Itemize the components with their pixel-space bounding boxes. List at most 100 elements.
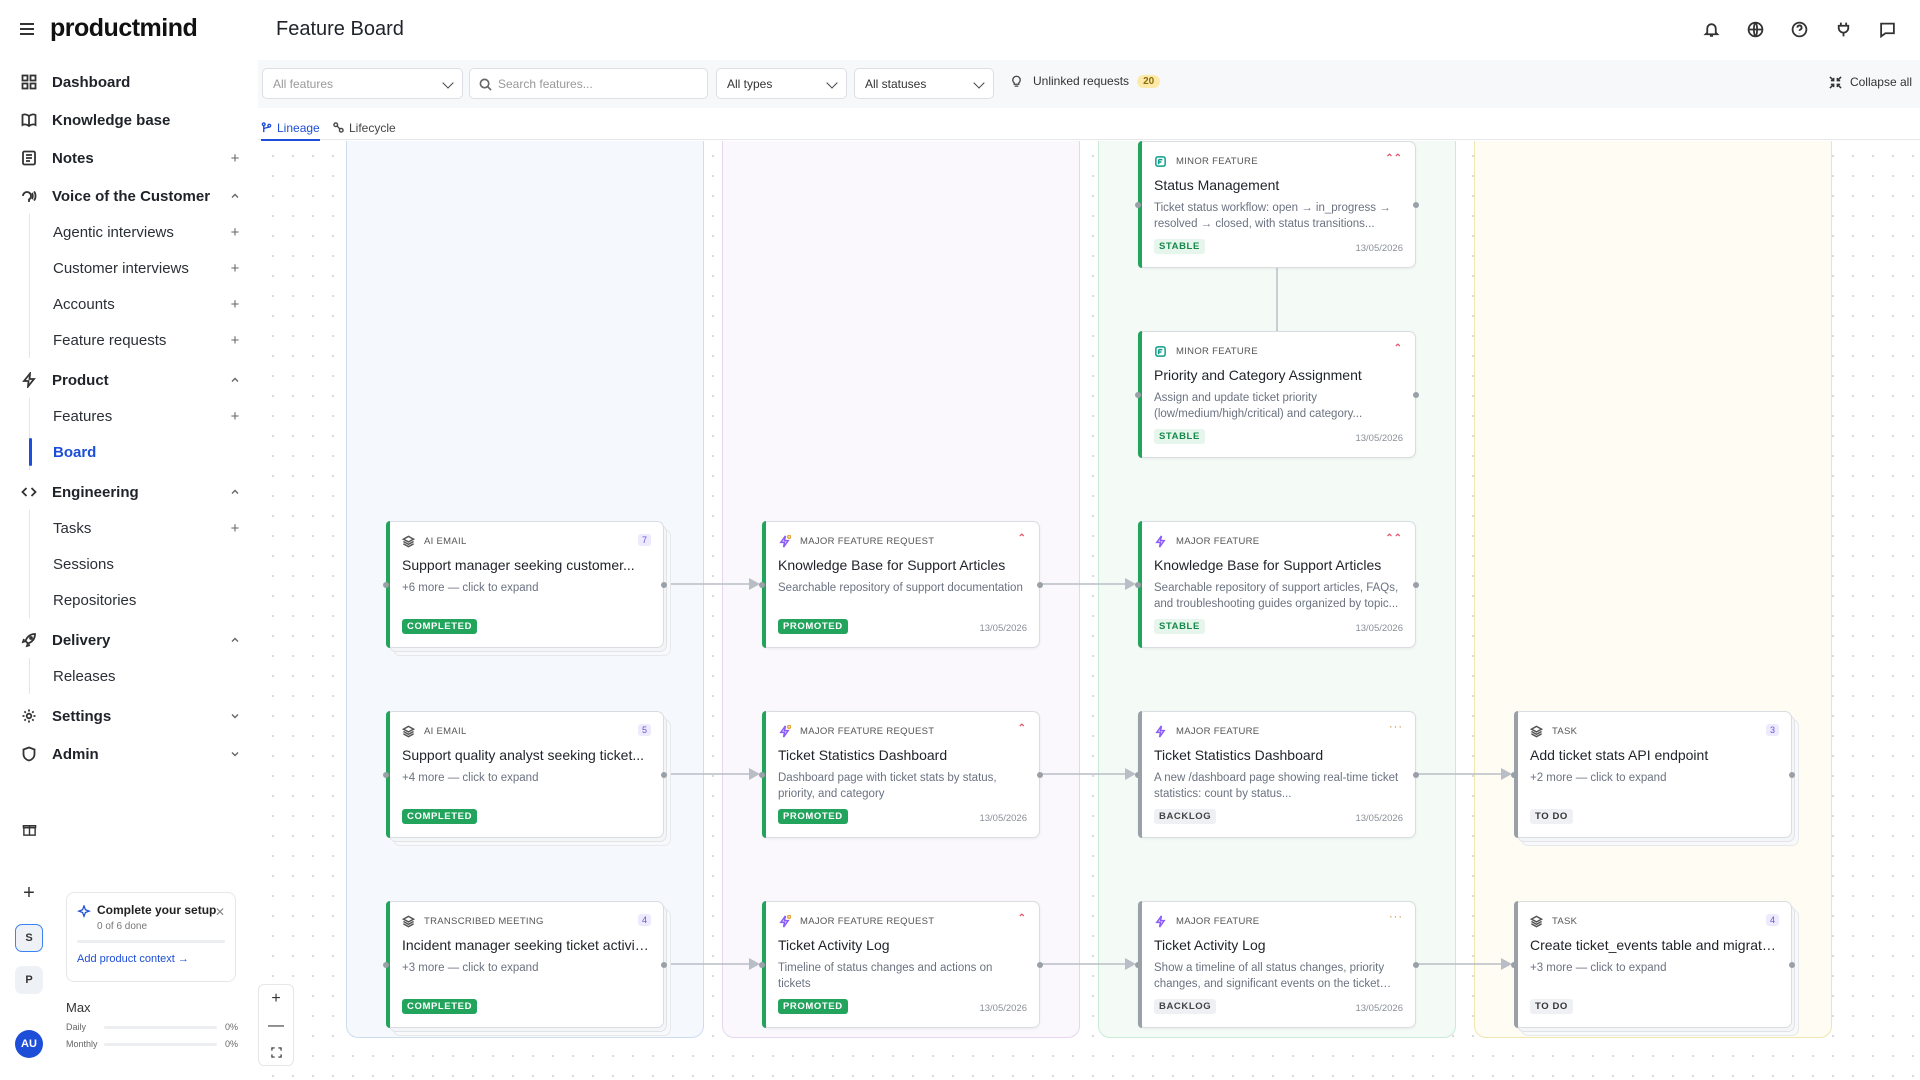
- connector-handle[interactable]: [1135, 202, 1141, 208]
- board-card[interactable]: MAJOR FEATURE REQUEST ⌃ Knowledge Base for…: [759, 521, 1043, 648]
- gift-icon[interactable]: [18, 818, 40, 840]
- add-account-button[interactable]: +: [226, 295, 244, 313]
- connector-handle[interactable]: [1037, 582, 1043, 588]
- board-card[interactable]: MAJOR FEATURE REQUEST ⌃ Ticket Activity Lo…: [759, 901, 1043, 1028]
- sidebar-item-releases[interactable]: Releases: [30, 658, 258, 694]
- features-filter[interactable]: All features: [262, 68, 463, 99]
- sidebar-item-feature-requests[interactable]: Feature requests +: [30, 322, 258, 358]
- connector-handle[interactable]: [759, 962, 765, 968]
- add-feature-request-button[interactable]: +: [226, 331, 244, 349]
- sidebar-item-features[interactable]: Features +: [30, 398, 258, 434]
- sidebar-item-notes[interactable]: Notes +: [0, 140, 258, 176]
- sidebar-item-admin[interactable]: Admin: [0, 736, 258, 772]
- connector-handle[interactable]: [1413, 582, 1419, 588]
- zoom-in-button[interactable]: +: [259, 985, 293, 1012]
- help-icon[interactable]: [1788, 18, 1810, 40]
- sidebar-item-product[interactable]: Product: [0, 362, 258, 398]
- card-more-icon[interactable]: ···: [1389, 721, 1403, 733]
- sidebar-item-voice-of-the-customer[interactable]: Voice of the Customer: [0, 178, 258, 214]
- board-canvas[interactable]: MINOR FEATURE ⌃⌃ Status Management Ticket s…: [258, 141, 1920, 1080]
- board-card[interactable]: MAJOR FEATURE REQUEST ⌃ Ticket Statistics …: [759, 711, 1043, 838]
- connector-handle[interactable]: [383, 772, 389, 778]
- connector-handle[interactable]: [1135, 962, 1141, 968]
- connector-handle[interactable]: [661, 772, 667, 778]
- connector-handle[interactable]: [1037, 962, 1043, 968]
- plug-icon[interactable]: [1832, 18, 1854, 40]
- close-icon[interactable]: ✕: [215, 905, 225, 919]
- chevron-up-icon[interactable]: [226, 483, 244, 501]
- sidebar-item-board[interactable]: Board: [29, 434, 258, 470]
- connector-handle[interactable]: [759, 772, 765, 778]
- type-filter[interactable]: All types: [716, 68, 847, 99]
- add-customer-interview-button[interactable]: +: [226, 259, 244, 277]
- board-card[interactable]: TASK 3 Add ticket stats API endpoint +2 mor…: [1511, 711, 1795, 838]
- board-card[interactable]: MINOR FEATURE ⌃ Priority and Category Assi…: [1135, 331, 1419, 458]
- connector-handle[interactable]: [1413, 772, 1419, 778]
- chevron-down-icon[interactable]: [226, 707, 244, 725]
- chevron-down-icon[interactable]: [226, 745, 244, 763]
- sidebar-item-dashboard[interactable]: Dashboard: [0, 64, 258, 100]
- connector-handle[interactable]: [1135, 392, 1141, 398]
- connector-handle[interactable]: [1789, 772, 1795, 778]
- chat-icon[interactable]: [1876, 18, 1898, 40]
- connector-handle[interactable]: [1135, 772, 1141, 778]
- connector-handle[interactable]: [661, 962, 667, 968]
- chevron-up-icon[interactable]: [226, 371, 244, 389]
- workspace-avatar-p[interactable]: P: [15, 966, 43, 994]
- card-more-icon[interactable]: ···: [1389, 911, 1403, 923]
- user-avatar[interactable]: AU: [15, 1030, 43, 1058]
- sidebar-item-tasks[interactable]: Tasks +: [30, 510, 258, 546]
- connector-handle[interactable]: [1037, 772, 1043, 778]
- connector-handle[interactable]: [1511, 772, 1517, 778]
- board-card[interactable]: MAJOR FEATURE ··· Ticket Statistics Dashbo…: [1135, 711, 1419, 838]
- sidebar-item-settings[interactable]: Settings: [0, 698, 258, 734]
- search-input[interactable]: Search features...: [469, 68, 708, 99]
- menu-icon[interactable]: [18, 20, 38, 38]
- workspace-avatar-s[interactable]: S: [15, 924, 43, 952]
- sidebar-item-repositories[interactable]: Repositories: [30, 582, 258, 618]
- add-product-context-link[interactable]: Add product context →: [77, 953, 225, 965]
- connector-handle[interactable]: [1413, 962, 1419, 968]
- sidebar-item-customer-interviews[interactable]: Customer interviews +: [30, 250, 258, 286]
- status-filter[interactable]: All statuses: [854, 68, 994, 99]
- board-card[interactable]: MINOR FEATURE ⌃⌃ Status Management Ticket s…: [1135, 141, 1419, 268]
- tab-lineage[interactable]: Lineage: [261, 115, 320, 141]
- sidebar-item-engineering[interactable]: Engineering: [0, 474, 258, 510]
- zoom-out-button[interactable]: —: [259, 1012, 293, 1039]
- connector-handle[interactable]: [661, 582, 667, 588]
- connector-handle[interactable]: [1789, 962, 1795, 968]
- connector-handle[interactable]: [1413, 392, 1419, 398]
- zoom-controls: + —: [258, 984, 294, 1066]
- chevron-up-icon[interactable]: [226, 631, 244, 649]
- add-agentic-interview-button[interactable]: +: [226, 223, 244, 241]
- connector-handle[interactable]: [383, 582, 389, 588]
- collapse-all-button[interactable]: Collapse all: [1829, 75, 1912, 89]
- add-workspace-button[interactable]: +: [18, 882, 40, 904]
- board-card[interactable]: MAJOR FEATURE ··· Ticket Activity Log Show …: [1135, 901, 1419, 1028]
- board-card[interactable]: AI EMAIL 7 Support manager seeking custome…: [383, 521, 667, 648]
- bell-icon[interactable]: [1700, 18, 1722, 40]
- connector-handle[interactable]: [383, 962, 389, 968]
- fit-view-button[interactable]: [259, 1039, 293, 1066]
- tab-lifecycle[interactable]: Lifecycle: [333, 115, 396, 140]
- board-card[interactable]: MAJOR FEATURE ⌃⌃ Knowledge Base for Suppor…: [1135, 521, 1419, 648]
- unlinked-requests-button[interactable]: Unlinked requests 20: [1010, 74, 1161, 88]
- connector-handle[interactable]: [1511, 962, 1517, 968]
- connector-handle[interactable]: [759, 582, 765, 588]
- connector-handle[interactable]: [1413, 202, 1419, 208]
- sidebar-item-sessions[interactable]: Sessions: [30, 546, 258, 582]
- sidebar-item-agentic-interviews[interactable]: Agentic interviews +: [30, 214, 258, 250]
- add-task-button[interactable]: +: [226, 519, 244, 537]
- add-feature-button[interactable]: +: [226, 407, 244, 425]
- app-logo[interactable]: productmind: [50, 14, 198, 43]
- board-card[interactable]: TASK 4 Create ticket_events table and migr…: [1511, 901, 1795, 1028]
- connector-handle[interactable]: [1135, 582, 1141, 588]
- add-note-button[interactable]: +: [226, 149, 244, 167]
- chevron-up-icon[interactable]: [226, 187, 244, 205]
- board-card[interactable]: TRANSCRIBED MEETING 4 Incident manager see…: [383, 901, 667, 1028]
- board-card[interactable]: AI EMAIL 5 Support quality analyst seeking…: [383, 711, 667, 838]
- globe-icon[interactable]: [1744, 18, 1766, 40]
- sidebar-item-delivery[interactable]: Delivery: [0, 622, 258, 658]
- sidebar-item-knowledge-base[interactable]: Knowledge base: [0, 102, 258, 138]
- sidebar-item-accounts[interactable]: Accounts +: [30, 286, 258, 322]
